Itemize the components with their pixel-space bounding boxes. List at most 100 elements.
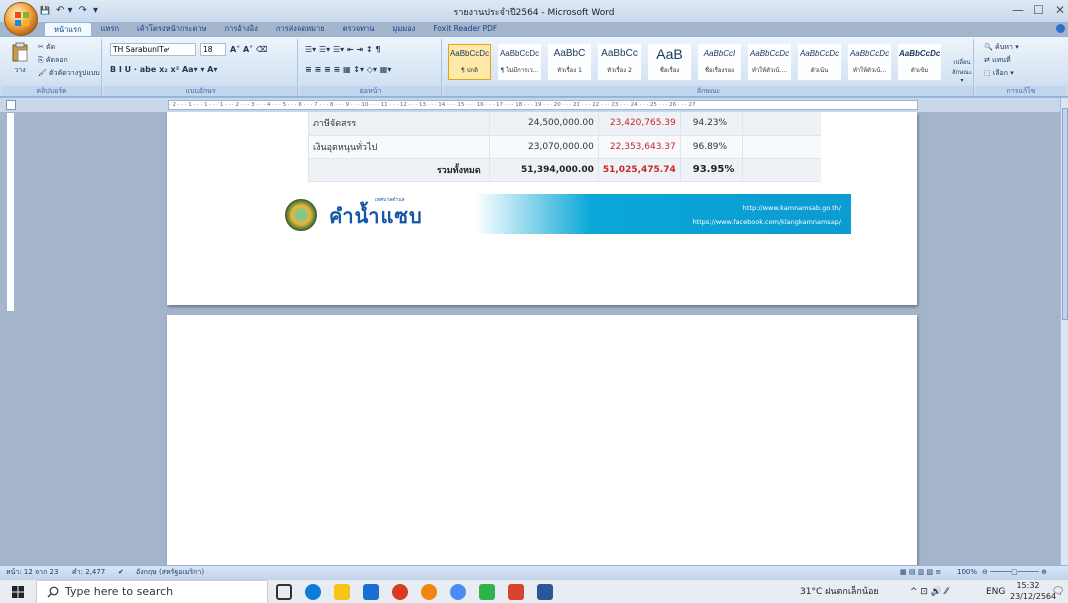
task-view-icon[interactable] bbox=[276, 584, 292, 600]
vertical-ruler[interactable] bbox=[6, 112, 15, 312]
word-count[interactable]: คำ: 2,477 bbox=[72, 566, 105, 579]
tab-home[interactable]: หน้าแรก bbox=[44, 22, 92, 36]
zoom-slider[interactable]: ⊖ ─────▢───── ⊕ bbox=[982, 566, 1047, 579]
style-item[interactable]: AaBbCcDc ¶ ปกติ bbox=[448, 44, 491, 80]
style-sample: AaBbCcDc bbox=[499, 49, 540, 58]
page-count[interactable]: หน้า: 12 จาก 23 bbox=[6, 566, 58, 579]
style-name: ตัวเข้ม bbox=[910, 67, 929, 74]
tab-references[interactable]: การอ้างอิง bbox=[215, 22, 266, 36]
table-row-total: รวมทั้งหมด 51,394,000.00 51,025,475.74 9… bbox=[308, 158, 821, 182]
window-title: รายงานประจำปี2564 - Microsoft Word bbox=[453, 8, 615, 18]
style-item[interactable]: AaBbCc หัวเรื่อง 2 bbox=[598, 44, 641, 80]
clock-date: 23/12/2564 bbox=[1010, 592, 1057, 601]
style-item[interactable]: AaBbCcI ชื่อเรื่องรอง bbox=[698, 44, 741, 80]
file-explorer-icon[interactable] bbox=[334, 584, 350, 600]
style-item[interactable]: AaBbCcDc ทำให้ตัวเน้... bbox=[848, 44, 891, 80]
tab-selector[interactable] bbox=[6, 100, 16, 110]
style-sample: AaBbCcI bbox=[703, 49, 736, 58]
grow-shrink-font-buttons[interactable]: A˄ A˅ ⌫ bbox=[230, 43, 267, 56]
clock-time: 15:32 bbox=[1016, 581, 1040, 590]
tab-foxit-pdf[interactable]: Foxit Reader PDF bbox=[424, 22, 506, 36]
table-cell-actual: 51,025,475.74 bbox=[597, 158, 681, 182]
style-item[interactable]: AaBbC หัวเรื่อง 1 bbox=[548, 44, 591, 80]
style-sample: AaBbCcDc bbox=[849, 49, 890, 58]
proofing-icon[interactable]: ✔ bbox=[118, 566, 124, 579]
input-language[interactable]: ENG bbox=[986, 580, 1005, 603]
restore-button[interactable]: ☐ bbox=[1033, 3, 1044, 17]
paste-button[interactable]: วาง bbox=[8, 42, 32, 82]
tab-mailings[interactable]: การส่งจดหมาย bbox=[267, 22, 334, 36]
style-item[interactable]: AaBbCcDc ตัวเน้น bbox=[798, 44, 841, 80]
tab-view[interactable]: มุมมอง bbox=[383, 22, 424, 36]
taskbar-search-box[interactable]: Type here to search bbox=[36, 580, 268, 603]
select-label: เลือก ▾ bbox=[992, 69, 1014, 77]
line-icon[interactable] bbox=[479, 584, 495, 600]
close-button[interactable]: ✕ bbox=[1055, 3, 1065, 17]
editing-group: 🔍 ค้นหา ▾ ⇄ แทนที่ ⬚ เลือก ▾ การแก้ไข bbox=[976, 39, 1066, 96]
office-logo-icon bbox=[15, 12, 29, 26]
table-cell-item: ภาษีจัดสรร bbox=[308, 112, 490, 136]
table-cell-item: เงินอุดหนุนทั่วไป bbox=[308, 135, 490, 159]
horizontal-ruler[interactable]: · 2 · · · 1 · · · 1 · · · 1 · · · 2 · · … bbox=[168, 100, 918, 110]
style-item[interactable]: AaBbCcDc ตัวเข้ม bbox=[898, 44, 941, 80]
search-placeholder: Type here to search bbox=[65, 585, 174, 598]
table-cell-budget: 51,394,000.00 bbox=[488, 158, 599, 182]
font-format-buttons[interactable]: B I U · abe x₂ x² Aa▾ ▾ A▾ bbox=[110, 63, 217, 76]
style-item[interactable]: AaBbCcDc ¶ ไม่มีการเว... bbox=[498, 44, 541, 80]
paragraph-list-buttons[interactable]: ☰▾ ☰▾ ☰▾ ⇤ ⇥ ↕ ¶ bbox=[305, 43, 380, 56]
style-item[interactable]: AaBbCcDc ทำให้ตัวเน้.... bbox=[748, 44, 791, 80]
website-url: http://www.kamnamsab.go.th/ bbox=[742, 204, 841, 212]
font-group: TH SarabunIT๙ 18 A˄ A˅ ⌫ B I U · abe x₂ … bbox=[104, 39, 298, 96]
scrollbar-thumb[interactable] bbox=[1062, 108, 1068, 320]
cut-button[interactable]: ✂ ตัด bbox=[38, 42, 55, 53]
mail-icon[interactable] bbox=[363, 584, 379, 600]
format-painter-button[interactable]: 🖌 ตัวคัดวางรูปแบบ bbox=[38, 68, 100, 79]
title-bar: 💾 ↶ ▾ ↷ ▾ รายงานประจำปี2564 - Microsoft … bbox=[0, 0, 1068, 22]
pdf-reader-icon[interactable] bbox=[508, 584, 524, 600]
help-icon[interactable] bbox=[1056, 24, 1065, 33]
opera-icon[interactable] bbox=[392, 584, 408, 600]
firefox-icon[interactable] bbox=[421, 584, 437, 600]
windows-start-icon[interactable] bbox=[12, 586, 24, 598]
system-tray-icons[interactable]: ^ ⊡ 🔊 ⁄⁄ bbox=[910, 580, 948, 603]
find-button[interactable]: 🔍 ค้นหา ▾ bbox=[984, 42, 1019, 53]
paragraph-align-buttons[interactable]: ≡ ≡ ≡ ≡ ▦ ↕▾ ◇▾ ▦▾ bbox=[305, 63, 391, 76]
clock[interactable]: 15:32 23/12/2564 bbox=[1010, 580, 1057, 603]
font-size-combo[interactable]: 18 bbox=[200, 43, 226, 56]
edge-icon[interactable] bbox=[305, 584, 321, 600]
table-cell-percent: 96.89% bbox=[679, 135, 743, 159]
style-item[interactable]: AaB ชื่อเรื่อง bbox=[648, 44, 691, 80]
language-indicator[interactable]: อังกฤษ (สหรัฐอเมริกา) bbox=[136, 566, 204, 579]
document-footer-banner: เทศบาลตำบล คำน้ำแซบ http://www.kamnamsab… bbox=[273, 194, 851, 234]
minimize-button[interactable]: — bbox=[1012, 3, 1024, 17]
select-button[interactable]: ⬚ เลือก ▾ bbox=[984, 68, 1014, 79]
tab-review[interactable]: ตรวจทาน bbox=[334, 22, 384, 36]
paste-label: วาง bbox=[14, 66, 26, 74]
vertical-scrollbar[interactable] bbox=[1060, 98, 1068, 565]
clipboard-group: วาง ✂ ตัด ⎘ คัดลอก 🖌 ตัวคัดวางรูปแบบ คลิ… bbox=[2, 39, 102, 96]
view-buttons[interactable]: ▦ ▤ ▥ ▧ ≡ bbox=[900, 566, 941, 579]
revenue-table: ภาษีจัดสรร 24,500,000.00 23,420,765.39 9… bbox=[308, 112, 821, 182]
tab-insert[interactable]: แทรก bbox=[92, 22, 128, 36]
document-page-next[interactable] bbox=[167, 315, 917, 565]
font-name-combo[interactable]: TH SarabunIT๙ bbox=[110, 43, 196, 56]
style-name: ทำให้ตัวเน้... bbox=[852, 67, 887, 74]
replace-button[interactable]: ⇄ แทนที่ bbox=[984, 55, 1011, 66]
change-styles-button[interactable]: เปลี่ยน ลักษณะ ▾ bbox=[952, 57, 972, 84]
embedded-image[interactable]: ภาษีจัดสรร 24,500,000.00 23,420,765.39 9… bbox=[273, 112, 851, 234]
office-button[interactable] bbox=[4, 2, 38, 36]
copy-button[interactable]: ⎘ คัดลอก bbox=[38, 55, 68, 66]
zoom-level[interactable]: 100% bbox=[957, 566, 977, 579]
chrome-icon[interactable] bbox=[450, 584, 466, 600]
table-cell-actual: 23,420,765.39 bbox=[597, 112, 681, 136]
cut-label: ตัด bbox=[46, 43, 56, 51]
table-cell-empty bbox=[741, 135, 821, 159]
style-sample: AaBbCcDc bbox=[799, 49, 840, 58]
replace-label: แทนที่ bbox=[992, 56, 1011, 64]
weather-widget[interactable]: 31°C ฝนตกเล็กน้อย bbox=[800, 580, 879, 603]
document-page[interactable]: ภาษีจัดสรร 24,500,000.00 23,420,765.39 9… bbox=[167, 112, 917, 305]
tab-page-layout[interactable]: เค้าโครงหน้ากระดาษ bbox=[128, 22, 215, 36]
notification-icon[interactable]: 🗨2 bbox=[1050, 580, 1066, 603]
word-icon[interactable] bbox=[537, 584, 553, 600]
copy-label: คัดลอก bbox=[45, 56, 68, 64]
